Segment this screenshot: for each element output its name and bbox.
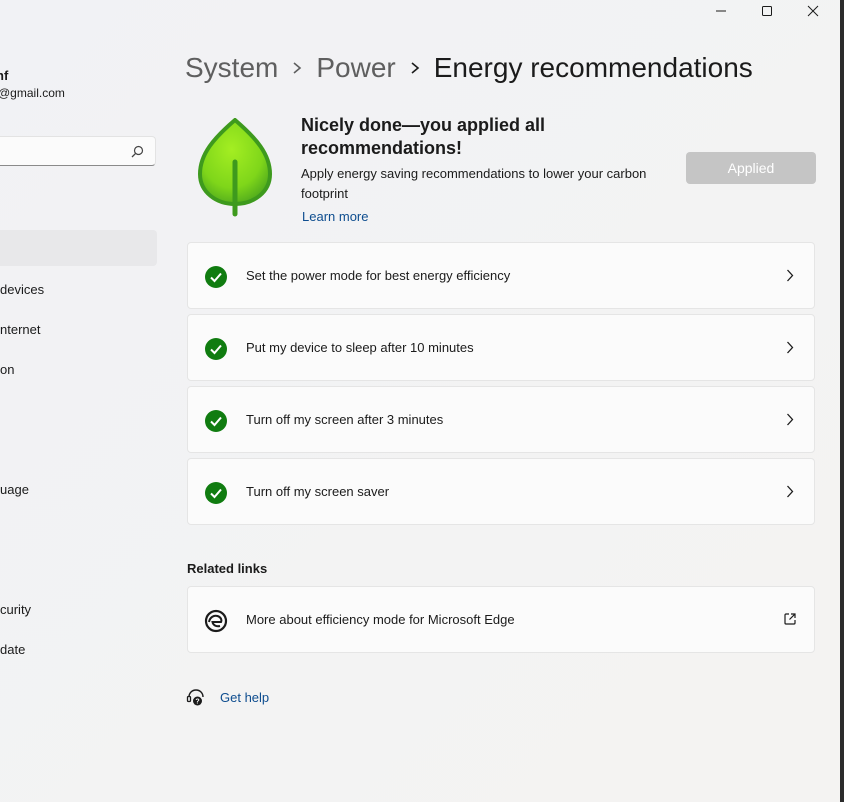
get-help-link[interactable]: Get help (220, 690, 269, 705)
related-links-heading: Related links (187, 561, 268, 576)
search-input[interactable] (0, 137, 137, 167)
chevron-right-icon (787, 485, 794, 498)
caption-buttons (698, 0, 836, 22)
recommendation-label: Set the power mode for best energy effic… (246, 268, 511, 283)
edge-icon (204, 609, 228, 633)
hero-title: Nicely done—you applied all recommendati… (301, 115, 546, 158)
check-circle-icon (205, 410, 227, 432)
close-button[interactable] (790, 0, 836, 22)
open-external-icon (784, 613, 796, 625)
svg-text:?: ? (195, 699, 199, 706)
check-circle-icon (205, 338, 227, 360)
sidebar-item-security[interactable]: curity (0, 602, 31, 617)
page-title: Energy recommendations (433, 52, 753, 83)
recommendation-sleep[interactable]: Put my device to sleep after 10 minutes (187, 314, 815, 381)
maximize-button[interactable] (744, 0, 790, 22)
recommendation-label: Turn off my screen saver (246, 484, 390, 499)
breadcrumb-system[interactable]: System (185, 52, 278, 84)
sidebar-item-language[interactable]: uage (0, 482, 29, 497)
chevron-right-icon (787, 413, 794, 426)
sidebar-item-update[interactable]: date (0, 642, 25, 657)
user-email: @gmail.com (0, 86, 65, 100)
check-circle-icon (205, 482, 227, 504)
chevron-right-icon (787, 269, 794, 282)
search-icon[interactable] (131, 145, 144, 158)
breadcrumb-power[interactable]: Power (316, 52, 395, 84)
recommendation-screen-off[interactable]: Turn off my screen after 3 minutes (187, 386, 815, 453)
sidebar-item-devices[interactable]: devices (0, 282, 44, 297)
minimize-icon (716, 10, 726, 12)
sidebar-item-selected[interactable] (0, 230, 157, 266)
search-box[interactable] (0, 136, 156, 167)
settings-window: nf @gmail.com devices nternet on uage cu… (0, 0, 840, 802)
user-name: nf (0, 68, 9, 83)
hero-description: Apply energy saving recommendations to l… (301, 166, 647, 201)
help-icon[interactable]: ? (186, 688, 206, 708)
window-border (840, 0, 844, 802)
leaf-icon (197, 118, 273, 217)
recommendation-screen-saver[interactable]: Turn off my screen saver (187, 458, 815, 525)
recommendation-power-mode[interactable]: Set the power mode for best energy effic… (187, 242, 815, 309)
sidebar-item-personalization[interactable]: on (0, 362, 14, 377)
minimize-button[interactable] (698, 0, 744, 22)
sidebar-item-internet[interactable]: nternet (0, 322, 40, 337)
applied-button[interactable]: Applied (686, 152, 816, 184)
close-icon (807, 5, 819, 17)
chevron-right-icon (292, 61, 302, 75)
related-link-edge-efficiency[interactable]: More about efficiency mode for Microsoft… (187, 586, 815, 653)
chevron-right-icon (410, 61, 420, 75)
recommendation-label: Turn off my screen after 3 minutes (246, 412, 444, 427)
learn-more-link[interactable]: Learn more (302, 209, 368, 224)
breadcrumb: System Power Energy recommendations (185, 52, 753, 84)
chevron-right-icon (787, 341, 794, 354)
related-link-label: More about efficiency mode for Microsoft… (246, 612, 515, 627)
check-circle-icon (205, 266, 227, 288)
recommendation-label: Put my device to sleep after 10 minutes (246, 340, 474, 355)
maximize-icon (762, 6, 772, 16)
